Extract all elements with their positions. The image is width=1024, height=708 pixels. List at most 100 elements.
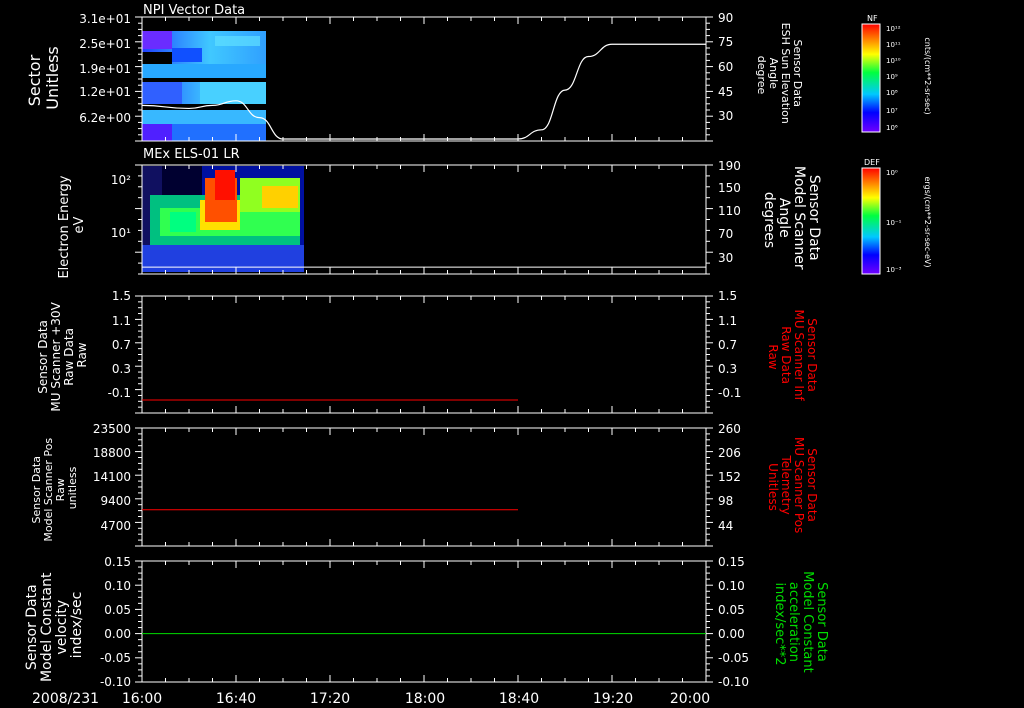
tick-label: 260	[718, 422, 741, 436]
tick-label: 14100	[93, 470, 131, 484]
tick-label: 45	[718, 85, 733, 99]
colorbar-tick: 10¹¹	[886, 41, 901, 49]
label-line: Raw Data	[779, 326, 793, 384]
tick-label: 98	[718, 494, 733, 508]
tick-label: 70	[718, 227, 733, 241]
label-line: Sensor Data	[805, 318, 819, 392]
tick-label: 152	[718, 470, 741, 484]
tick-label: 0.10	[718, 579, 745, 593]
tick-label: 0.05	[104, 603, 131, 617]
tick-label: 0.00	[104, 627, 131, 641]
tick-label: 0.15	[718, 555, 745, 569]
tick-label: 0.10	[104, 579, 131, 593]
tick-label: 6.2e+00	[79, 111, 131, 125]
tick-label: -0.1	[108, 386, 131, 400]
tick-label: 90	[718, 11, 733, 25]
colorbar-tick: 10¹⁰	[886, 57, 901, 65]
tick-label: 2.5e+01	[79, 37, 131, 51]
tick-label: -0.10	[100, 675, 131, 689]
tick-label: 9400	[100, 494, 131, 508]
panel-5-right-label: Sensor Data Model Constant acceleration …	[772, 571, 829, 677]
time-tick-label: 17:20	[310, 691, 350, 707]
label-line: degree	[755, 56, 768, 95]
time-tick-label: 20:00	[670, 691, 710, 707]
panel-1-left-label: Sector Unitless	[25, 46, 62, 110]
colorbar-nf-unit: cnts/(cm**2-sr-sec)	[923, 37, 932, 114]
time-tick-label: 16:00	[122, 691, 162, 707]
label-line: Electron Energy	[57, 175, 72, 278]
colorbar-tick: 10⁷	[886, 107, 898, 115]
label-line: MU Scanner Inf	[792, 309, 806, 401]
label-line: Raw	[75, 342, 89, 367]
tick-label: -0.05	[100, 651, 131, 665]
label-line: MU Scanner +30V	[49, 301, 63, 411]
panel-2-title: MEx ELS-01 LR	[143, 147, 240, 162]
tick-label: -0.1	[718, 386, 741, 400]
tick-label: 10²	[111, 173, 131, 187]
label-line: Sensor Data	[814, 582, 829, 662]
label-line: Unitless	[43, 46, 62, 110]
tick-label: 1.1	[112, 314, 131, 328]
tick-label: 110	[718, 204, 741, 218]
tick-label: 44	[718, 519, 733, 533]
tick-label: 3.1e+01	[79, 12, 131, 26]
panel-1-title: NPI Vector Data	[143, 3, 245, 18]
time-tick-label: 18:00	[405, 691, 445, 707]
tick-label: -0.05	[718, 651, 749, 665]
colorbar-def-unit: ergs/(cm**2-sr-sec-eV)	[923, 176, 932, 267]
tick-label: 1.2e+01	[79, 85, 131, 99]
label-line: Unitless	[766, 463, 780, 511]
tick-label: 0.7	[112, 338, 131, 352]
label-line: velocity	[54, 600, 70, 655]
colorbar-tick: 10⁻¹	[886, 219, 902, 227]
tick-label: 0.05	[718, 603, 745, 617]
label-line: index/sec**2	[772, 582, 787, 665]
colorbar-tick: 10⁸	[886, 89, 898, 97]
tick-label: 30	[718, 251, 733, 265]
time-tick-label: 19:20	[593, 691, 633, 707]
label-line: Sensor Data	[36, 320, 50, 394]
label-line: Sensor Data	[805, 448, 819, 522]
tick-label: 0.7	[718, 338, 737, 352]
tick-label: 206	[718, 446, 741, 460]
tick-label: 0.15	[104, 555, 131, 569]
tick-label: 60	[718, 60, 733, 74]
colorbar-tick: 10⁻³	[886, 266, 902, 274]
label-line: unitless	[66, 466, 79, 509]
label-line: degrees	[761, 192, 777, 248]
tick-label: 23500	[93, 422, 131, 436]
tick-label: 18800	[93, 446, 131, 460]
label-line: Raw Data	[62, 328, 76, 386]
label-line: Model Constant	[800, 571, 815, 673]
tick-label: 1.1	[718, 314, 737, 328]
tick-label: 75	[718, 35, 733, 49]
tick-label: 0.3	[112, 362, 131, 376]
label-line: Sector	[25, 54, 44, 106]
label-line: Telemetry	[779, 454, 793, 514]
colorbar-tick: 10⁹	[886, 73, 898, 81]
colorbar-tick: 10⁶	[886, 124, 898, 132]
tick-label: -0.10	[718, 675, 749, 689]
tick-label: 190	[718, 159, 741, 173]
tick-label: 0.00	[718, 627, 745, 641]
tick-label: 4700	[100, 519, 131, 533]
tick-label: 0.3	[718, 362, 737, 376]
panel-1-spectrogram	[142, 31, 266, 141]
colorbar-nf-gradient	[861, 23, 881, 133]
panel-2-spectrogram	[142, 166, 304, 272]
time-tick-label: 16:40	[216, 691, 256, 707]
label-line: index/sec	[69, 592, 85, 659]
label-line: eV	[72, 216, 87, 233]
label-line: Raw	[766, 344, 780, 369]
colorbar-nf-title: NF	[867, 14, 878, 23]
label-line: Sensor Data	[806, 175, 822, 261]
plot-stage: NPI Vector Data MEx ELS-01 LR 3.1e+01 2.…	[0, 0, 1024, 708]
tick-label: 1.9e+01	[79, 62, 131, 76]
label-line: MU Scanner Pos	[792, 437, 806, 533]
tick-label: 10¹	[111, 226, 131, 240]
colorbar-def-gradient	[861, 167, 881, 275]
colorbar-tick: 10¹²	[886, 25, 901, 33]
colorbar-def-title: DEF	[864, 158, 880, 167]
tick-label: 1.5	[718, 289, 737, 303]
tick-label: 1.5	[112, 289, 131, 303]
